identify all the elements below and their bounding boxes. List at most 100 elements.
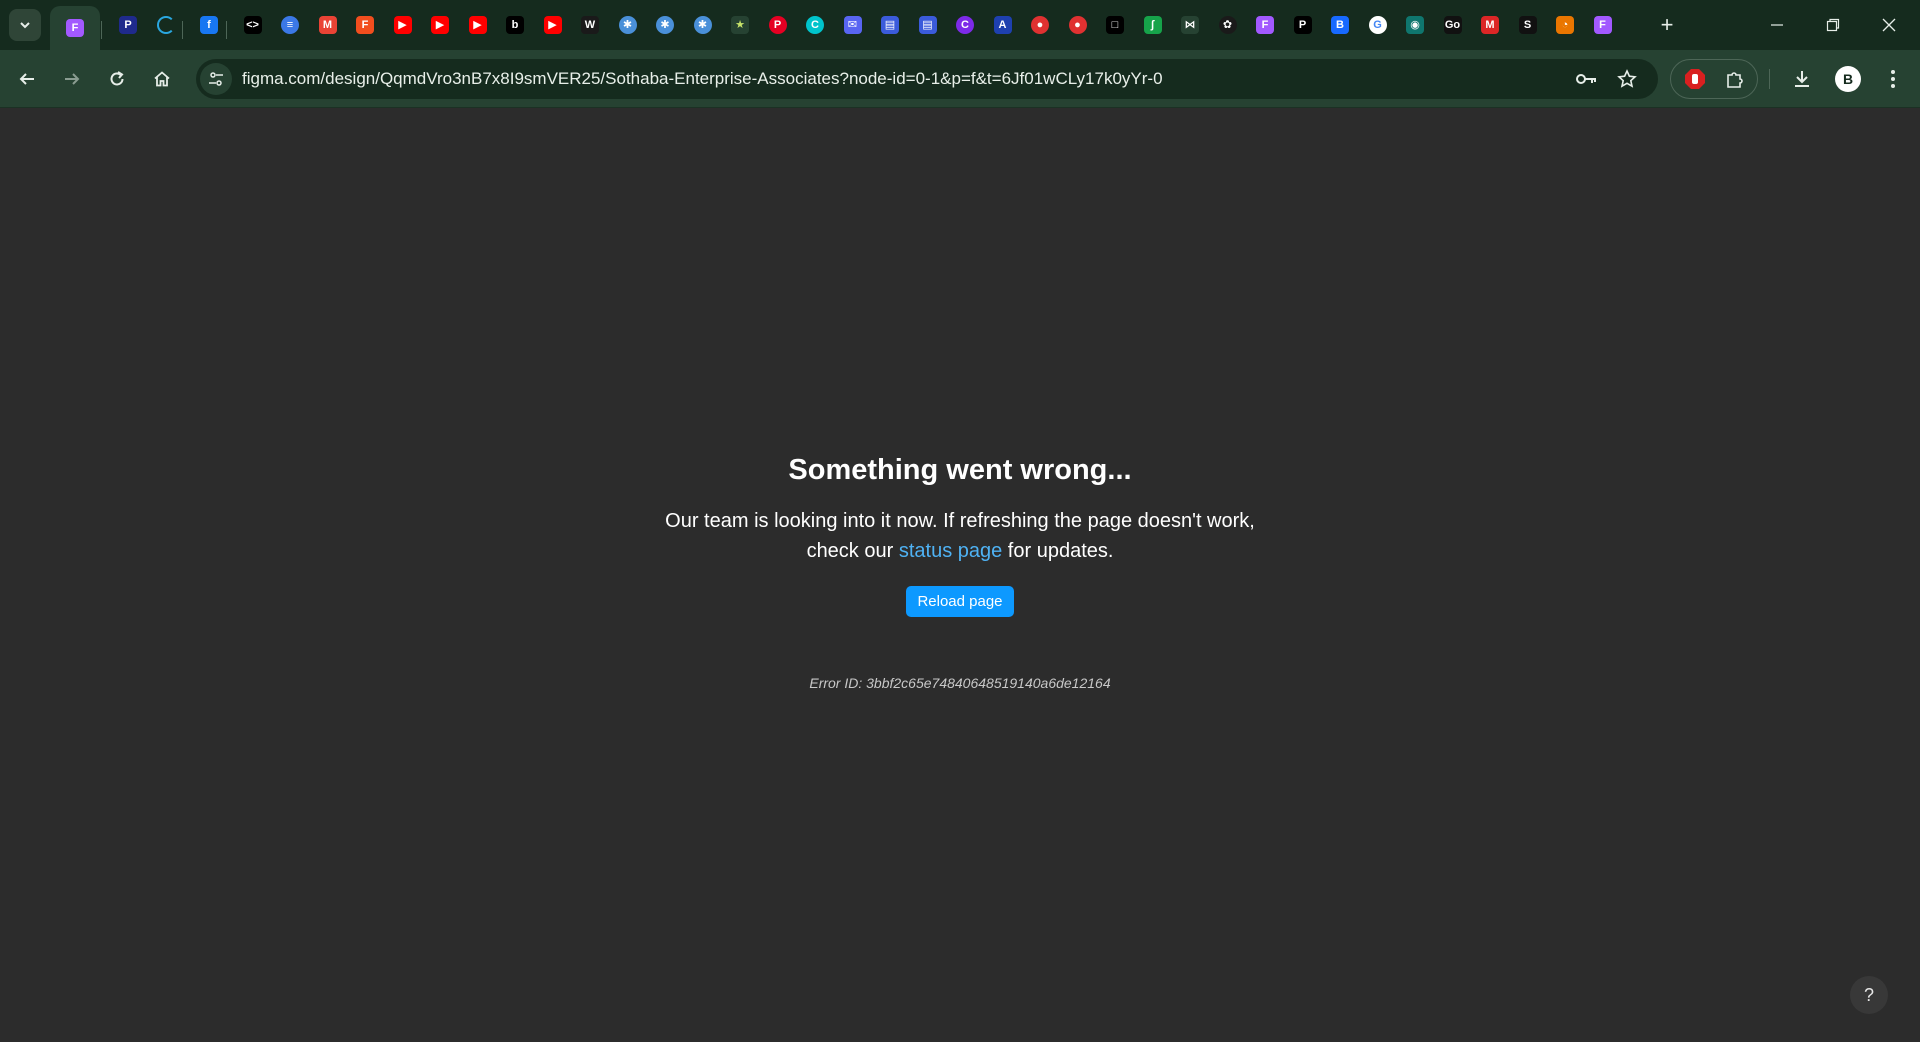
google-forms-icon: ≡ [281, 16, 299, 34]
canva-icon: C [956, 16, 974, 34]
extensions-menu-button[interactable] [1719, 63, 1751, 95]
blender-icon: ◔ [1556, 16, 1574, 34]
browser-tab[interactable]: F [1588, 10, 1618, 40]
app-icon: ▤ [918, 16, 937, 34]
error-title: Something went wrong... [788, 454, 1132, 486]
browser-tab[interactable]: ⋈ [1175, 10, 1205, 40]
status-page-link[interactable]: status page [899, 540, 1002, 562]
browser-menu-button[interactable] [1876, 62, 1910, 96]
new-tab-button[interactable]: + [1652, 10, 1682, 40]
browser-tab[interactable]: ★ [725, 10, 755, 40]
youtube-icon: ▶ [543, 16, 562, 34]
browser-tab[interactable]: ✿ [1213, 10, 1243, 40]
record-icon: ● [1068, 16, 1087, 34]
chevron-down-icon [20, 22, 30, 29]
browser-tab[interactable]: ✱ [688, 10, 718, 40]
downloads-button[interactable] [1785, 62, 1819, 96]
bookmark-button[interactable] [1611, 63, 1643, 95]
puzzle-icon [1727, 72, 1743, 88]
browser-tab[interactable]: ▤ [875, 10, 905, 40]
tab-separator [101, 21, 102, 39]
help-button[interactable]: ? [1850, 976, 1888, 1014]
tab-search-button[interactable] [9, 9, 41, 41]
forward-button[interactable] [55, 62, 89, 96]
browser-tab[interactable]: ✱ [613, 10, 643, 40]
tab-separator [225, 21, 227, 39]
stop-hand-icon [1685, 69, 1705, 89]
browser-tab[interactable]: P [763, 10, 793, 40]
browser-tab[interactable] [151, 10, 181, 40]
browser-tab[interactable]: W [575, 10, 605, 40]
close-icon [1882, 18, 1896, 32]
extensions-group [1670, 59, 1758, 99]
browser-tab[interactable]: ◉ [1400, 10, 1430, 40]
browser-tab[interactable]: C [800, 10, 830, 40]
tab-strip: F Pf <> ≡ M F ▶ ▶ ▶ b ▶ W ✱ ✱ ✱ ★ P C ✉ ▤ ▤ C A ● ● □ ʃ ⋈ ✿ F P B G ◉ Go M S… [0, 0, 1920, 50]
browser-tab[interactable]: ● [1063, 10, 1093, 40]
error-panel: Something went wrong... Our team is look… [660, 452, 1260, 691]
more-vert-icon [1891, 70, 1895, 88]
s-icon: S [1518, 16, 1537, 34]
facebook-icon: f [200, 16, 218, 34]
browser-toolbar: figma.com/design/QqmdVro3nB7x8I9smVER25/… [0, 50, 1920, 108]
restore-button[interactable] [1805, 0, 1861, 50]
arrow-left-icon [19, 73, 34, 85]
site-info-button[interactable] [200, 63, 232, 95]
minimize-button[interactable] [1749, 0, 1805, 50]
p-icon: P [1293, 16, 1312, 34]
browser-tab[interactable]: ▶ [425, 10, 455, 40]
browser-tab[interactable]: <> [238, 10, 268, 40]
browser-tab[interactable]: b [500, 10, 530, 40]
browser-tab[interactable]: Go [1438, 10, 1468, 40]
loading-arc-icon [156, 16, 175, 34]
reload-page-button[interactable]: Reload page [906, 586, 1014, 617]
home-button[interactable] [145, 62, 179, 96]
toolbar-divider [1769, 69, 1770, 89]
browser-tab[interactable]: S [1513, 10, 1543, 40]
browser-tab[interactable]: M [313, 10, 343, 40]
globe-icon: ✱ [656, 16, 674, 34]
adblock-extension-button[interactable] [1679, 63, 1711, 95]
browser-tab[interactable]: F [50, 6, 100, 50]
browser-tab[interactable]: G [1363, 10, 1393, 40]
browser-tab[interactable]: ▶ [463, 10, 493, 40]
back-button[interactable] [10, 62, 44, 96]
browser-tab[interactable]: A [988, 10, 1018, 40]
arrow-right-icon [65, 73, 80, 85]
browser-tab[interactable]: F [1250, 10, 1280, 40]
paypal-icon: P [119, 16, 137, 34]
browser-tab[interactable]: C [950, 10, 980, 40]
refresh-icon [110, 71, 124, 86]
chat-icon: ✉ [843, 16, 862, 34]
browser-tab[interactable]: ʃ [1138, 10, 1168, 40]
browser-tab[interactable]: M [1475, 10, 1505, 40]
browser-tab[interactable]: ▶ [388, 10, 418, 40]
google-icon: G [1368, 16, 1387, 34]
a-icon: A [993, 16, 1012, 34]
url-text[interactable]: figma.com/design/QqmdVro3nB7x8I9smVER25/… [242, 69, 1163, 89]
home-icon [154, 71, 170, 87]
browser-tab[interactable]: ✉ [838, 10, 868, 40]
browser-tab[interactable]: F [350, 10, 380, 40]
profile-avatar[interactable]: B [1835, 66, 1861, 92]
password-key-button[interactable] [1571, 63, 1603, 95]
go-icon: Go [1443, 16, 1462, 34]
canva-icon: C [806, 16, 824, 34]
address-bar[interactable]: figma.com/design/QqmdVro3nB7x8I9smVER25/… [196, 59, 1658, 99]
reload-button[interactable] [100, 62, 134, 96]
browser-tab[interactable]: ◔ [1550, 10, 1580, 40]
close-window-button[interactable] [1861, 0, 1917, 50]
browser-tab[interactable]: P [1288, 10, 1318, 40]
browser-tab[interactable]: □ [1100, 10, 1130, 40]
browser-tab[interactable]: ● [1025, 10, 1055, 40]
tune-icon [209, 72, 223, 86]
browser-tab[interactable]: B [1325, 10, 1355, 40]
browser-tab[interactable]: P [113, 10, 143, 40]
code-icon: <> [243, 16, 262, 34]
browser-tab[interactable]: ▤ [913, 10, 943, 40]
browser-tab[interactable]: ≡ [275, 10, 305, 40]
browser-tab[interactable]: ▶ [538, 10, 568, 40]
browser-tab[interactable]: f [194, 10, 224, 40]
browser-tab[interactable]: ✱ [650, 10, 680, 40]
script-icon: ʃ [1143, 16, 1162, 34]
